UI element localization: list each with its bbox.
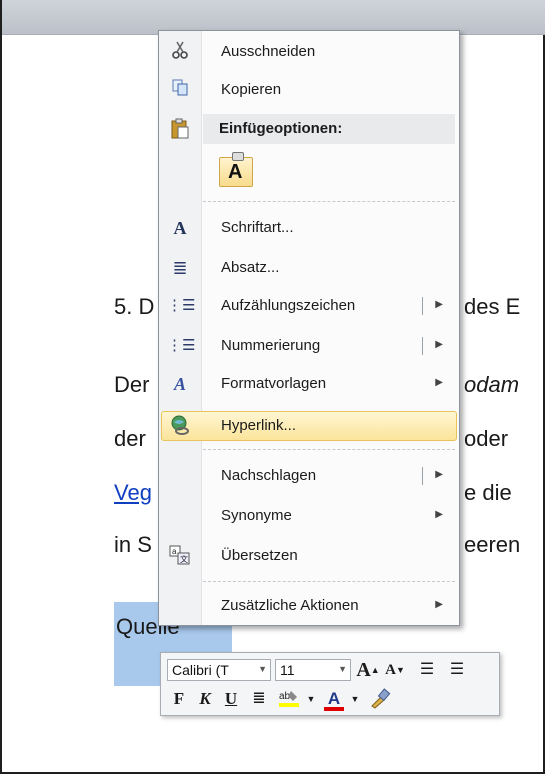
submenu-arrow-icon[interactable]: ▶ (435, 299, 443, 310)
menu-label-bullets: Aufzählungszeichen (221, 297, 356, 314)
menu-item-hyperlink[interactable]: Hyperlink... (161, 411, 457, 441)
menu-item-translate[interactable]: a文 Übersetzen (161, 541, 457, 571)
highlight-color-button[interactable]: ab (275, 687, 303, 711)
split-divider (422, 297, 423, 315)
paste-options-header: Einfügeoptionen: (203, 114, 455, 144)
bold-button[interactable]: F (169, 687, 189, 711)
increase-indent-icon[interactable]: ☰ (443, 658, 471, 682)
menu-item-cut[interactable]: Ausschneiden (161, 37, 457, 67)
menu-label-translate: Übersetzen (221, 547, 298, 564)
underline-button[interactable]: U (221, 687, 241, 711)
submenu-arrow-icon: ▶ (435, 599, 443, 610)
doc-line-3-start: der (114, 426, 146, 451)
menu-label-lookup: Nachschlagen (221, 467, 317, 484)
menu-separator (203, 581, 455, 582)
menu-label-cut: Ausschneiden (221, 43, 316, 60)
mini-formatting-toolbar: Calibri (T ▼ 11 ▼ A▲ A▼ ☰ ☰ F K U ≣ ab ▼… (160, 652, 500, 716)
menu-label-copy: Kopieren (221, 81, 282, 98)
paste-keep-text-only-button[interactable]: A (219, 152, 253, 187)
menu-label-hyperlink: Hyperlink... (221, 417, 297, 434)
menu-label-paragraph: Absatz... (221, 259, 280, 276)
menu-item-copy[interactable]: Kopieren (161, 75, 457, 105)
grow-font-button[interactable]: A▲ (355, 658, 381, 682)
menu-label-styles: Formatvorlagen (221, 375, 327, 392)
chevron-down-icon[interactable]: ▼ (349, 687, 361, 711)
doc-line-4-link[interactable]: Veg (114, 480, 152, 506)
grow-font-letter: A (356, 659, 371, 681)
chevron-down-icon[interactable]: ▼ (305, 687, 317, 711)
submenu-arrow-icon: ▶ (435, 509, 443, 520)
menu-item-lookup[interactable]: Nachschlagen ▶ (161, 461, 457, 491)
submenu-arrow-icon[interactable]: ▶ (435, 469, 443, 480)
decrease-indent-icon[interactable]: ☰ (413, 658, 441, 682)
menu-separator (203, 201, 455, 202)
doc-line-4-end: e die (464, 480, 512, 505)
submenu-arrow-icon: ▶ (435, 377, 443, 388)
bullets-icon: ⋮☰ (167, 298, 196, 314)
doc-line-2-end: odam (464, 372, 520, 397)
numbering-icon: ⋮☰ (167, 338, 196, 354)
menu-item-font[interactable]: A Schriftart... (161, 213, 457, 243)
center-align-icon[interactable]: ≣ (247, 687, 271, 711)
split-divider (422, 467, 423, 485)
copy-icon (167, 78, 193, 102)
paste-options-label: Einfügeoptionen: (219, 120, 343, 137)
doc-line-1-start: 5. D (114, 294, 155, 319)
menu-item-numbering[interactable]: ⋮☰ Nummerierung ▶ (161, 331, 457, 361)
menu-item-styles[interactable]: A Formatvorlagen ▶ (161, 369, 457, 399)
styles-icon: A (173, 374, 186, 394)
split-divider (422, 337, 423, 355)
menu-item-bullets[interactable]: ⋮☰ Aufzählungszeichen ▶ (161, 291, 457, 321)
menu-label-additional-actions: Zusätzliche Aktionen (221, 597, 359, 614)
font-color-bar (324, 707, 344, 711)
chevron-down-icon[interactable]: ▼ (258, 664, 267, 674)
doc-line-2-start: Der (114, 372, 150, 397)
doc-line-5-start: in S (114, 532, 152, 557)
paste-clipboard-icon (167, 118, 193, 142)
svg-text:文: 文 (180, 554, 188, 564)
doc-line-5-end: eeren (464, 532, 521, 557)
paste-clip-icon (232, 152, 244, 161)
font-color-button[interactable]: A (321, 687, 347, 711)
scissors-icon (167, 40, 193, 64)
font-icon: A (173, 218, 187, 238)
svg-text:a: a (172, 547, 177, 556)
submenu-arrow-icon[interactable]: ▶ (435, 339, 443, 350)
format-painter-icon[interactable] (367, 687, 393, 711)
font-name-value: Calibri (T (172, 662, 229, 678)
font-size-combo[interactable]: 11 ▼ (275, 659, 351, 681)
paragraph-icon: ≣ (172, 258, 188, 278)
shrink-font-button[interactable]: A▼ (383, 658, 407, 682)
menu-item-additional-actions[interactable]: Zusätzliche Aktionen ▶ (161, 591, 457, 621)
hyperlink-globe-icon (167, 414, 193, 438)
font-color-letter: A (327, 689, 341, 708)
context-menu: Ausschneiden Kopieren Einfügeoptionen: A… (158, 30, 460, 626)
menu-item-paragraph[interactable]: ≣ Absatz... (161, 253, 457, 283)
font-size-value: 11 (280, 662, 295, 678)
translate-icon: a文 (167, 544, 193, 568)
menu-separator (203, 449, 455, 450)
shrink-font-letter: A (385, 662, 396, 678)
menu-label-synonyms: Synonyme (221, 507, 292, 524)
doc-line-3-end: oder (464, 426, 509, 451)
paste-option-letter: A (228, 161, 243, 183)
chevron-down-icon[interactable]: ▼ (338, 664, 347, 674)
doc-line-1-end: des E (464, 294, 521, 319)
menu-label-numbering: Nummerierung (221, 337, 321, 354)
menu-item-synonyms[interactable]: Synonyme ▶ (161, 501, 457, 531)
font-name-combo[interactable]: Calibri (T ▼ (167, 659, 271, 681)
menu-label-font: Schriftart... (221, 219, 294, 236)
italic-button[interactable]: K (195, 687, 215, 711)
